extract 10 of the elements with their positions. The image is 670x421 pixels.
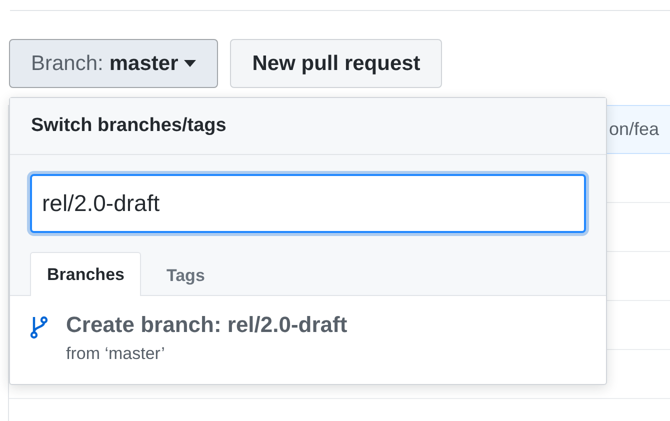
new-pull-request-button[interactable]: New pull request: [230, 39, 442, 88]
caret-icon: [184, 60, 196, 67]
branch-select-button[interactable]: Branch: master: [9, 39, 218, 88]
dropdown-tab[interactable]: Tags: [149, 254, 222, 296]
dropdown-tab[interactable]: Branches: [30, 252, 142, 296]
source-branch-text: from ‘master’: [66, 344, 166, 364]
dropdown-title: Switch branches/tags: [10, 98, 606, 155]
create-branch-link[interactable]: Create branch: rel/2.0-draft: [66, 312, 348, 338]
branch-filter-field[interactable]: rel/2.0-draft: [30, 174, 586, 233]
branch-icon: [30, 315, 48, 339]
